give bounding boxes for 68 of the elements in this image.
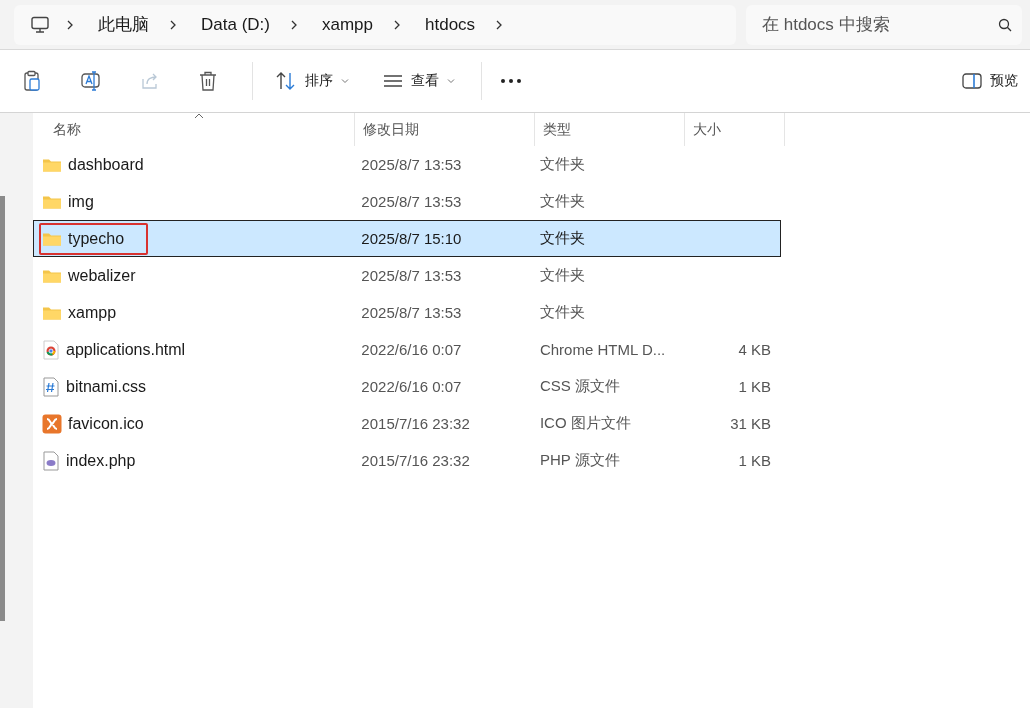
file-type: 文件夹 <box>539 155 585 174</box>
column-header[interactable]: 名称 <box>33 113 355 146</box>
sort-icon <box>275 71 297 91</box>
php-file-icon <box>42 450 60 471</box>
preview-pane-icon <box>962 73 982 89</box>
file-size: 4 KB <box>738 341 771 358</box>
modified-date: 2025/8/7 13:53 <box>361 156 462 173</box>
search-icon <box>998 17 1012 32</box>
file-name[interactable]: xampp <box>68 303 117 322</box>
modified-date: 2025/8/7 13:53 <box>361 193 462 210</box>
file-row[interactable]: applications.html 2022/6/16 0:07 Chrome HTML D... 4 KB <box>33 331 781 368</box>
file-type: 文件夹 <box>539 192 585 211</box>
file-size: 1 KB <box>738 452 771 469</box>
modified-date: 2022/6/16 0:07 <box>361 378 462 395</box>
file-type: 文件夹 <box>539 303 585 322</box>
breadcrumb-item[interactable]: Data (D:) <box>201 14 270 35</box>
lines-icon <box>383 74 403 88</box>
file-row[interactable]: xampp 2025/8/7 13:53 文件夹 <box>33 294 781 331</box>
modified-date: 2015/7/16 23:32 <box>361 452 470 469</box>
address-bar[interactable]: 此电脑 Data (D:) xampp htdocs <box>14 4 736 45</box>
modified-date: 2025/8/7 13:53 <box>361 267 462 284</box>
file-row[interactable]: bitnami.css 2022/6/16 0:07 CSS 源文件 1 KB <box>33 368 781 405</box>
file-name[interactable]: webalizer <box>68 266 136 285</box>
caret-icon <box>341 78 349 84</box>
hash-file-icon <box>42 376 60 397</box>
breadcrumb-item[interactable]: 此电脑 <box>98 13 149 36</box>
file-type: 文件夹 <box>539 229 585 248</box>
file-size: 31 KB <box>730 415 771 432</box>
file-row[interactable]: dashboard 2025/8/7 13:53 文件夹 <box>33 146 781 183</box>
file-name[interactable]: applications.html <box>66 340 186 359</box>
file-type: Chrome HTML D... <box>539 341 666 358</box>
file-row[interactable]: index.php 2015/7/16 23:32 PHP 源文件 1 KB <box>33 442 781 479</box>
column-header[interactable]: 大小 <box>685 113 785 146</box>
clipboard-icon[interactable] <box>22 70 42 92</box>
modified-date: 2022/6/16 0:07 <box>361 341 462 358</box>
column-header[interactable]: 类型 <box>535 113 685 146</box>
trash-icon[interactable] <box>198 70 218 92</box>
more-icon[interactable] <box>500 78 522 84</box>
preview-button[interactable]: 预览 <box>958 66 1022 96</box>
modified-date: 2025/8/7 15:10 <box>361 230 462 247</box>
file-name[interactable]: bitnami.css <box>66 377 147 396</box>
file-type: PHP 源文件 <box>539 451 620 470</box>
file-name[interactable]: index.php <box>66 451 136 470</box>
caret-icon <box>447 78 455 84</box>
rename-icon[interactable] <box>80 70 102 92</box>
file-name[interactable]: favicon.ico <box>68 414 144 433</box>
view-button[interactable]: 查看 <box>379 66 459 96</box>
breadcrumb-item[interactable]: htdocs <box>425 14 476 35</box>
file-type: CSS 源文件 <box>539 377 620 396</box>
chrome-file-icon <box>42 339 60 360</box>
column-header[interactable]: 修改日期 <box>355 113 535 146</box>
modified-date: 2025/8/7 13:53 <box>361 304 462 321</box>
file-type: ICO 图片文件 <box>539 414 631 433</box>
file-name[interactable]: img <box>68 192 94 211</box>
scrollbar[interactable] <box>0 196 5 621</box>
file-row[interactable]: typecho 2025/8/7 15:10 文件夹 <box>33 220 781 257</box>
breadcrumb-item[interactable]: xampp <box>321 14 373 35</box>
computer-icon[interactable] <box>30 15 50 34</box>
sort-button[interactable]: 排序 <box>271 65 353 97</box>
xampp-icon <box>42 413 62 434</box>
file-size: 1 KB <box>738 378 771 395</box>
search-field[interactable]: 在 htdocs 中搜索 <box>746 4 1022 45</box>
modified-date: 2015/7/16 23:32 <box>361 415 470 432</box>
file-row[interactable]: favicon.ico 2015/7/16 23:32 ICO 图片文件 31 KB <box>33 405 781 442</box>
file-name[interactable]: dashboard <box>68 155 144 174</box>
file-row[interactable]: img 2025/8/7 13:53 文件夹 <box>33 183 781 220</box>
file-row[interactable]: webalizer 2025/8/7 13:53 文件夹 <box>33 257 781 294</box>
file-type: 文件夹 <box>539 266 585 285</box>
